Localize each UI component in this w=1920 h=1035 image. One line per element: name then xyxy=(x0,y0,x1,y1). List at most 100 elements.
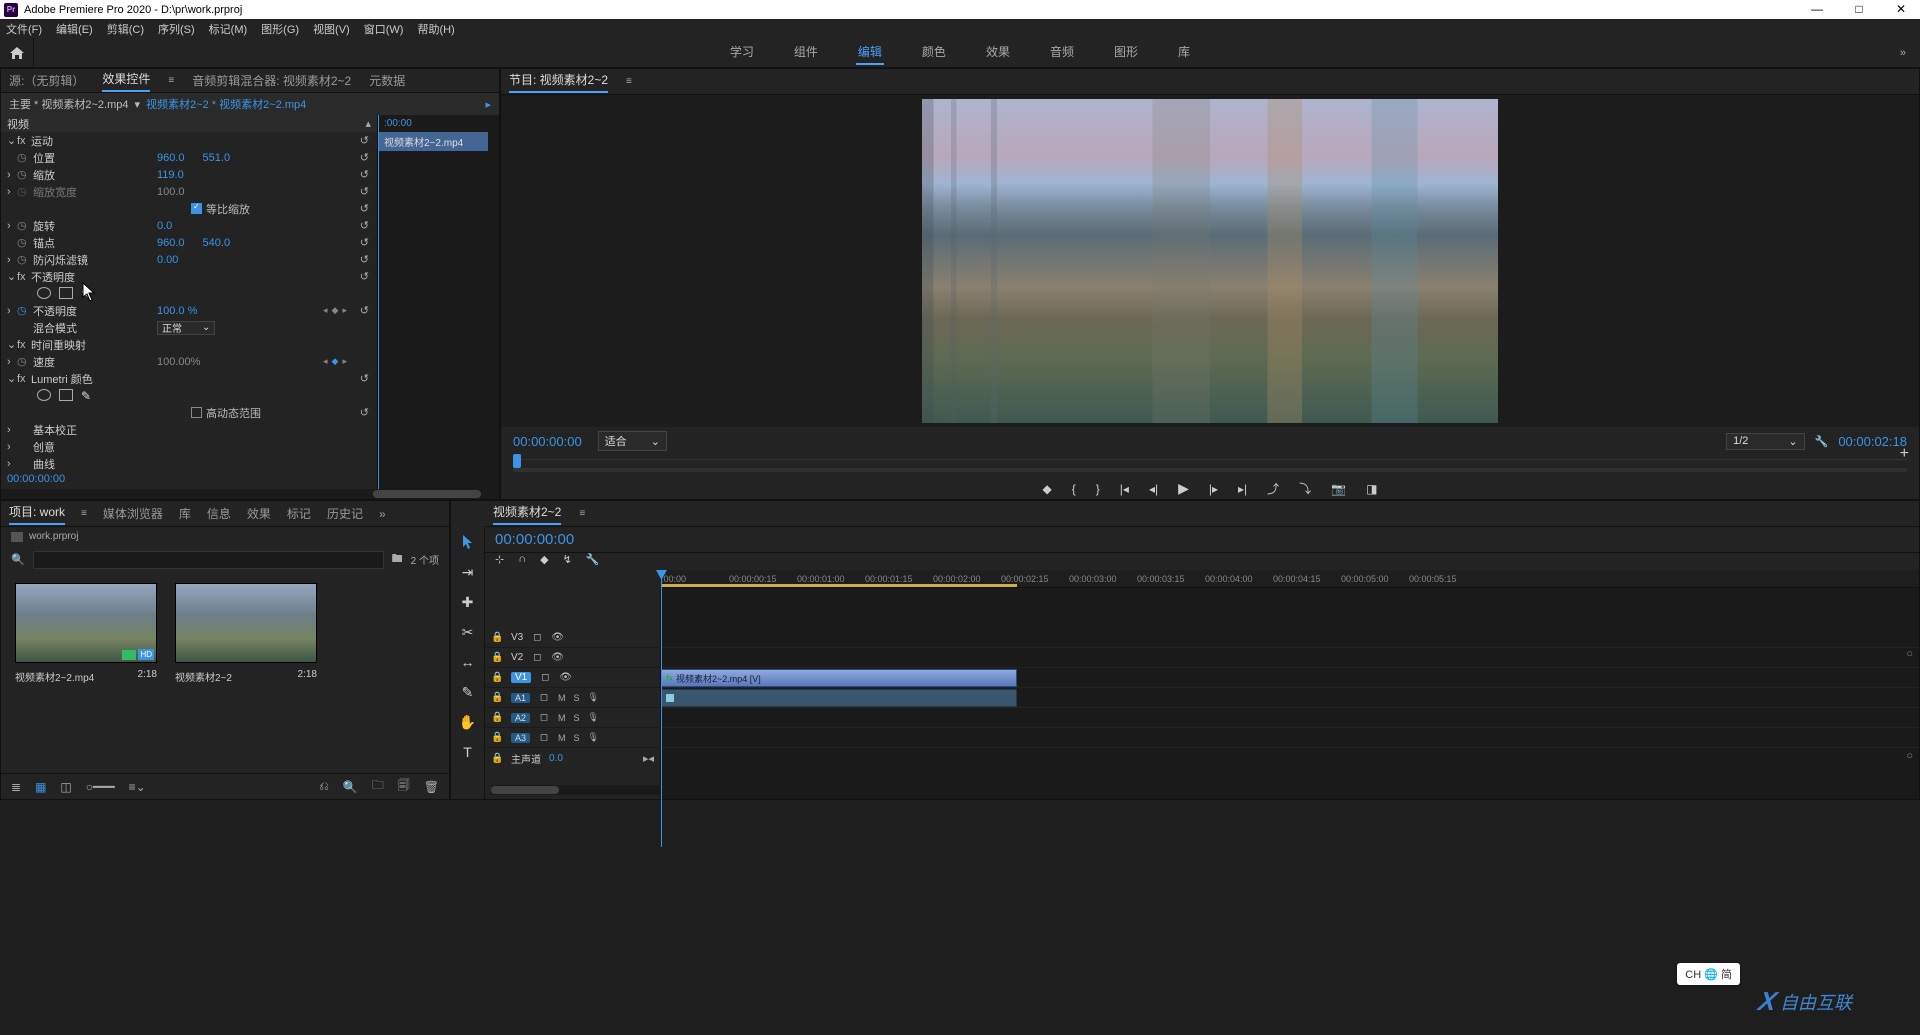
go-to-in-button[interactable]: |◂ xyxy=(1120,482,1129,496)
mask-rect-icon[interactable] xyxy=(59,287,73,299)
solo-button[interactable]: S xyxy=(574,713,580,723)
clip-audio[interactable] xyxy=(661,689,1017,707)
mask-ellipse-icon[interactable] xyxy=(37,389,51,401)
menu-sequence[interactable]: 序列(S) xyxy=(158,21,195,37)
stopwatch-icon[interactable]: ◷ xyxy=(17,151,33,164)
project-item-clip[interactable]: HD 视频素材2~2.mp42:18 xyxy=(15,583,157,684)
menu-edit[interactable]: 编辑(E) xyxy=(56,21,93,37)
master-track[interactable]: 主声道 xyxy=(511,751,541,766)
tool-pen[interactable]: ✎ xyxy=(458,683,478,701)
stopwatch-icon[interactable]: ◷ xyxy=(17,168,33,181)
workspace-graphics[interactable]: 图形 xyxy=(1112,40,1140,65)
reset-icon[interactable]: ↺ xyxy=(360,202,369,215)
track-v3[interactable] xyxy=(661,628,1919,648)
effect-opacity[interactable]: 不透明度 xyxy=(31,269,155,285)
stopwatch-icon[interactable]: ◷ xyxy=(17,304,33,317)
workspace-audio[interactable]: 音频 xyxy=(1048,40,1076,65)
mask-pen-icon[interactable]: ✎ xyxy=(81,389,91,403)
tab-effects2[interactable]: 效果 xyxy=(247,505,271,522)
track-a3[interactable] xyxy=(661,728,1919,748)
mark-in-button[interactable]: { xyxy=(1072,482,1076,496)
target-icon[interactable]: ◻ xyxy=(531,652,543,663)
lock-icon[interactable]: 🔒 xyxy=(491,712,503,723)
close-button[interactable]: ✕ xyxy=(1894,3,1908,17)
view-freeform-icon[interactable]: ◫ xyxy=(60,780,71,794)
mute-button[interactable]: M xyxy=(558,713,566,723)
minimize-button[interactable]: — xyxy=(1810,3,1824,17)
menu-marker[interactable]: 标记(M) xyxy=(209,21,248,37)
go-to-out-button[interactable]: ▸| xyxy=(1238,482,1247,496)
lock-icon[interactable]: 🔒 xyxy=(491,672,503,683)
clip-video[interactable]: fx视频素材2~2.mp4 [V] xyxy=(661,669,1017,687)
view-icon-icon[interactable]: ▦ xyxy=(35,780,46,794)
solo-button[interactable]: S xyxy=(574,733,580,743)
tab-source[interactable]: 源:（无剪辑） xyxy=(9,72,84,89)
tab-effect-controls[interactable]: 效果控件 xyxy=(102,70,150,92)
workspace-color[interactable]: 颜色 xyxy=(920,40,948,65)
lift-button[interactable]: ⤴ xyxy=(1267,480,1279,497)
reset-icon[interactable]: ↺ xyxy=(360,185,369,198)
reset-icon[interactable]: ↺ xyxy=(360,372,369,385)
program-zoom-select[interactable]: 1/2⌄ xyxy=(1726,433,1805,450)
effect-motion[interactable]: 运动 xyxy=(31,133,155,149)
timeline-timecode[interactable]: 00:00:00:00 xyxy=(495,531,574,548)
lumetri-creative[interactable]: 创意 xyxy=(33,439,157,455)
stopwatch-icon[interactable]: ◷ xyxy=(17,219,33,232)
tool-selection[interactable] xyxy=(458,533,478,551)
stopwatch-icon[interactable]: ◷ xyxy=(17,253,33,266)
view-list-icon[interactable]: ≣ xyxy=(11,780,21,794)
tool-type[interactable]: T xyxy=(458,743,478,761)
tool-slip[interactable]: ↔ xyxy=(458,653,478,671)
snap-icon[interactable]: ⊹ xyxy=(495,553,504,566)
ec-timecode[interactable]: 00:00:00:00 xyxy=(1,471,377,489)
reset-icon[interactable]: ↺ xyxy=(360,253,369,266)
tab-history[interactable]: 历史记 xyxy=(327,505,363,522)
workspace-learn[interactable]: 学习 xyxy=(728,40,756,65)
track-a2[interactable] xyxy=(661,708,1919,728)
workspace-assembly[interactable]: 组件 xyxy=(792,40,820,65)
menu-clip[interactable]: 剪辑(C) xyxy=(107,21,144,37)
solo-button[interactable]: S xyxy=(574,693,580,703)
voiceover-icon[interactable]: 🎙 xyxy=(588,712,599,723)
tab-audio-mixer[interactable]: 音频剪辑混合器: 视频素材2~2 xyxy=(192,72,351,89)
lock-icon[interactable]: 🔒 xyxy=(491,652,503,663)
mask-ellipse-icon[interactable] xyxy=(37,287,51,299)
tab-project[interactable]: 项目: work xyxy=(9,503,65,525)
extract-button[interactable]: ⤵ xyxy=(1299,480,1311,497)
sort-icon[interactable]: ≡⌄ xyxy=(129,780,146,794)
project-filename[interactable]: work.prproj xyxy=(29,531,78,542)
voiceover-icon[interactable]: 🎙 xyxy=(588,732,599,743)
menu-help[interactable]: 帮助(H) xyxy=(417,21,454,37)
select-blend-mode[interactable]: 正常⌄ xyxy=(157,321,215,335)
new-bin-icon[interactable]: 🖿 xyxy=(392,550,403,569)
reset-icon[interactable]: ↺ xyxy=(360,134,369,147)
voiceover-icon[interactable]: 🎙 xyxy=(588,692,599,703)
tab-menu-icon[interactable]: ≡ xyxy=(626,76,632,87)
tab-sequence[interactable]: 视频素材2~2 xyxy=(493,503,561,525)
menu-view[interactable]: 视图(V) xyxy=(313,21,350,37)
settings-icon[interactable]: ↯ xyxy=(563,553,572,566)
delete-button[interactable]: 🗑 xyxy=(424,780,439,794)
stopwatch-icon[interactable]: ◷ xyxy=(17,355,33,368)
tab-info[interactable]: 信息 xyxy=(207,505,231,522)
mute-button[interactable]: M xyxy=(558,693,566,703)
reset-icon[interactable]: ↺ xyxy=(360,406,369,419)
eye-icon[interactable]: 👁 xyxy=(551,632,563,643)
workspace-libraries[interactable]: 库 xyxy=(1176,40,1192,65)
ec-master-clip[interactable]: 主要 * 视频素材2~2.mp4 xyxy=(9,96,129,112)
target-icon[interactable]: ◻ xyxy=(539,672,551,683)
compare-button[interactable]: ◨ xyxy=(1366,482,1377,496)
step-fwd-button[interactable]: |▸ xyxy=(1209,482,1218,496)
tab-menu-icon[interactable]: ≡ xyxy=(168,75,174,86)
new-bin-button[interactable]: 🗀 xyxy=(372,776,384,797)
find-icon[interactable]: 🔍 xyxy=(343,780,358,794)
zoom-slider[interactable]: ○━━━ xyxy=(86,780,115,794)
checkbox-hdr[interactable] xyxy=(191,407,202,418)
checkbox-uniform-scale[interactable] xyxy=(191,203,202,214)
maximize-button[interactable]: □ xyxy=(1852,3,1866,17)
program-scrubber[interactable] xyxy=(513,459,1907,474)
mute-button[interactable]: M xyxy=(558,733,566,743)
step-back-button[interactable]: ◂| xyxy=(1149,482,1158,496)
program-video-view[interactable] xyxy=(501,95,1919,427)
marker-icon[interactable]: ◆ xyxy=(540,553,548,566)
